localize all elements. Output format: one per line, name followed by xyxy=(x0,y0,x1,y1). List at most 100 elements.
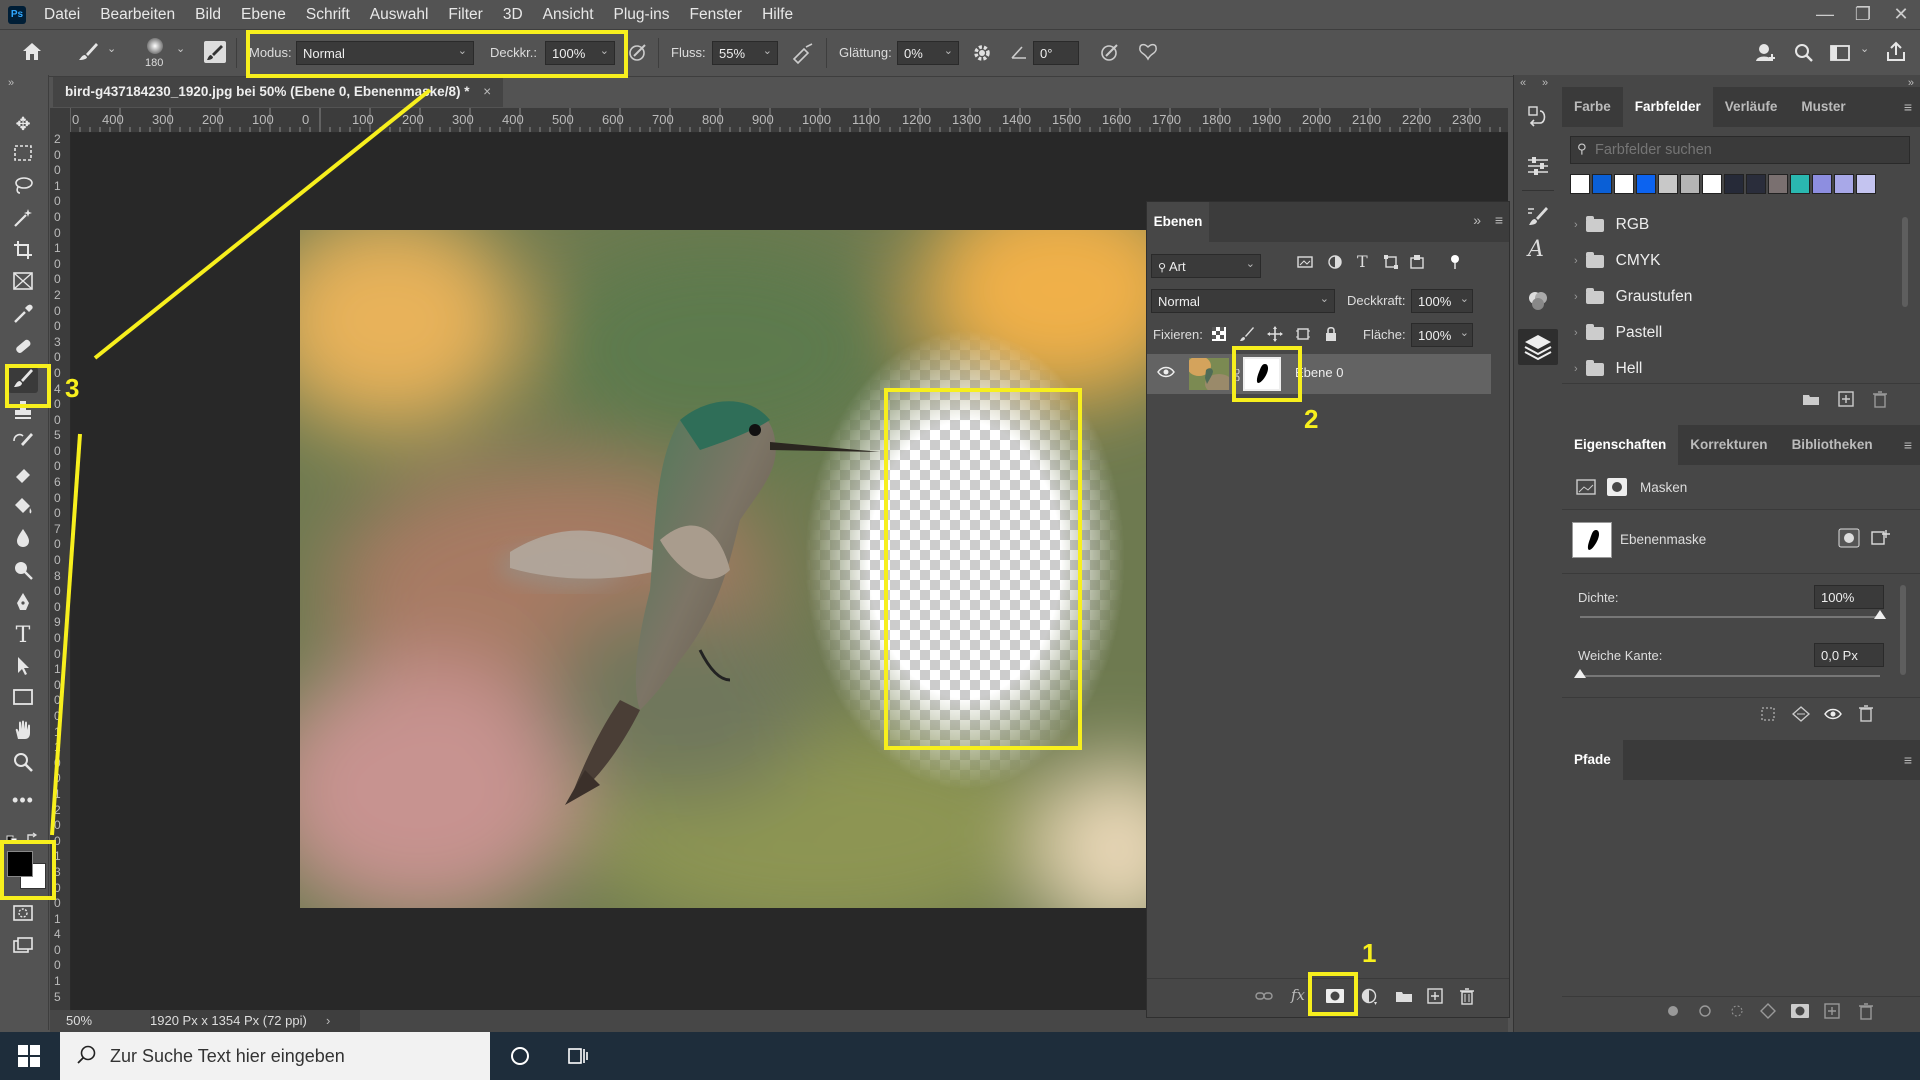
eyedropper-tool-icon[interactable] xyxy=(8,303,38,329)
path-to-selection-icon[interactable] xyxy=(1730,1004,1744,1021)
delete-path-icon[interactable] xyxy=(1858,1002,1874,1023)
delete-mask-icon[interactable] xyxy=(1858,704,1874,725)
filter-shape-icon[interactable] xyxy=(1383,254,1399,273)
search-icon[interactable] xyxy=(1792,41,1816,65)
layer-filter-select[interactable]: ⚲ Art ⌄ xyxy=(1151,254,1261,278)
density-field[interactable]: 100% xyxy=(1814,585,1884,609)
layer-name[interactable]: Ebene 0 xyxy=(1295,365,1343,380)
color-swatch[interactable] xyxy=(1724,174,1744,194)
type-tool-icon[interactable]: T xyxy=(8,623,38,649)
zoom-level[interactable]: 50% xyxy=(66,1010,92,1032)
menu-ebene[interactable]: Ebene xyxy=(231,0,296,29)
feather-slider-thumb[interactable] xyxy=(1574,669,1586,678)
swatch-group-rgb[interactable]: › RGB xyxy=(1562,207,1902,243)
swatch-group-pastell[interactable]: › Pastell xyxy=(1562,315,1902,351)
color-swatch[interactable] xyxy=(1702,174,1722,194)
brush-settings-panel-icon[interactable] xyxy=(1526,205,1550,232)
color-swatch[interactable] xyxy=(1834,174,1854,194)
delete-layer-icon[interactable] xyxy=(1459,987,1475,1008)
chevron-right-icon[interactable]: › xyxy=(326,1010,330,1032)
color-swatch[interactable] xyxy=(1856,174,1876,194)
lock-all-icon[interactable] xyxy=(1323,326,1339,345)
lock-transparent-icon[interactable] xyxy=(1211,326,1227,345)
symmetry-butterfly-icon[interactable] xyxy=(1136,41,1160,65)
pressure-size-icon[interactable] xyxy=(1098,41,1122,65)
panel-menu-icon[interactable]: ≡ xyxy=(1904,99,1912,115)
flow-field[interactable]: 55% ⌄ xyxy=(712,41,778,65)
taskbar-search-box[interactable]: Zur Suche Text hier eingeben xyxy=(60,1032,490,1080)
feather-field[interactable]: 0,0 Px xyxy=(1814,643,1884,667)
tab-ebenen[interactable]: Ebenen xyxy=(1147,202,1209,242)
healing-brush-tool-icon[interactable] xyxy=(8,335,38,361)
add-vector-mask-icon[interactable] xyxy=(1870,528,1892,551)
stroke-path-icon[interactable] xyxy=(1698,1004,1712,1021)
dodge-tool-icon[interactable] xyxy=(8,559,38,585)
share-user-icon[interactable] xyxy=(1754,41,1778,65)
panel-menu-icon[interactable]: ≡ xyxy=(1904,437,1912,453)
eye-icon[interactable] xyxy=(1824,707,1842,724)
paint-bucket-tool-icon[interactable] xyxy=(8,495,38,521)
marquee-tool-icon[interactable] xyxy=(8,143,38,169)
layer-row[interactable]: Ebene 0 xyxy=(1147,354,1491,394)
color-swatch[interactable] xyxy=(1614,174,1634,194)
menu-3d[interactable]: 3D xyxy=(493,0,533,29)
collapse-toolbar-icon[interactable]: » xyxy=(8,77,14,89)
eraser-tool-icon[interactable] xyxy=(8,463,38,489)
minimize-button[interactable]: — xyxy=(1806,0,1844,29)
menu-auswahl[interactable]: Auswahl xyxy=(360,0,439,29)
swatch-group-cmyk[interactable]: › CMYK xyxy=(1562,243,1902,279)
frame-tool-icon[interactable] xyxy=(8,271,38,297)
swatch-group-hell[interactable]: › Hell xyxy=(1562,351,1902,387)
rectangle-tool-icon[interactable] xyxy=(8,687,38,713)
tab-eigenschaften[interactable]: Eigenschaften xyxy=(1562,425,1679,465)
select-mask-icon[interactable] xyxy=(1838,528,1860,551)
tab-muster[interactable]: Muster xyxy=(1789,87,1857,127)
menu-bearbeiten[interactable]: Bearbeiten xyxy=(90,0,185,29)
adjustment-layer-icon[interactable] xyxy=(1361,988,1379,1009)
swatch-group-graustufen[interactable]: › Graustufen xyxy=(1562,279,1902,315)
zoom-tool-icon[interactable] xyxy=(8,751,38,777)
color-swatch[interactable] xyxy=(1658,174,1678,194)
filter-type-icon[interactable]: T xyxy=(1357,252,1368,271)
move-tool-icon[interactable]: ✥ xyxy=(8,111,38,137)
tab-korrekturen[interactable]: Korrekturen xyxy=(1678,425,1779,465)
color-swatch[interactable] xyxy=(1790,174,1810,194)
chevron-down-icon[interactable]: ⌄ xyxy=(1860,42,1869,55)
link-layers-icon[interactable] xyxy=(1255,989,1273,1006)
history-panel-icon[interactable] xyxy=(1526,105,1550,132)
selection-to-path-icon[interactable] xyxy=(1760,1003,1776,1022)
collapse-panels-icon[interactable]: » xyxy=(1542,77,1548,89)
filter-adjustment-icon[interactable] xyxy=(1327,254,1343,273)
channels-panel-icon[interactable] xyxy=(1526,290,1550,315)
color-swatch[interactable] xyxy=(1636,174,1656,194)
filter-smartobject-icon[interactable] xyxy=(1409,254,1425,273)
pixel-mask-icon[interactable] xyxy=(1576,478,1596,499)
lock-position-icon[interactable] xyxy=(1267,326,1283,345)
restore-button[interactable]: ❐ xyxy=(1844,0,1882,29)
blend-mode-select[interactable]: Normal ⌄ xyxy=(1151,289,1335,313)
magic-wand-tool-icon[interactable] xyxy=(8,207,38,233)
angle-field[interactable]: 0° xyxy=(1033,41,1079,65)
smoothing-field[interactable]: 0% ⌄ xyxy=(897,41,959,65)
more-tools-icon[interactable]: ••• xyxy=(8,787,38,813)
home-icon[interactable] xyxy=(20,40,46,64)
scrollbar-thumb[interactable] xyxy=(1902,217,1908,307)
eye-icon[interactable] xyxy=(1157,365,1175,382)
pen-tool-icon[interactable] xyxy=(8,591,38,617)
layers-panel-icon[interactable] xyxy=(1518,329,1558,365)
airbrush-icon[interactable] xyxy=(790,41,816,65)
swatch-search-field[interactable]: ⚲ xyxy=(1570,136,1910,164)
menu-ansicht[interactable]: Ansicht xyxy=(533,0,604,29)
menu-hilfe[interactable]: Hilfe xyxy=(752,0,803,29)
load-selection-icon[interactable] xyxy=(1760,706,1776,725)
color-swatch[interactable] xyxy=(1570,174,1590,194)
export-share-icon[interactable] xyxy=(1884,40,1908,64)
scrollbar-thumb[interactable] xyxy=(1900,585,1906,675)
crop-tool-icon[interactable] xyxy=(8,239,38,265)
layer-thumbnail[interactable] xyxy=(1189,358,1229,390)
density-slider-track[interactable] xyxy=(1580,616,1880,618)
blur-tool-icon[interactable] xyxy=(8,527,38,553)
lasso-tool-icon[interactable] xyxy=(8,175,38,201)
expand-panels-icon[interactable]: « xyxy=(1520,77,1526,89)
color-swatch[interactable] xyxy=(1592,174,1612,194)
